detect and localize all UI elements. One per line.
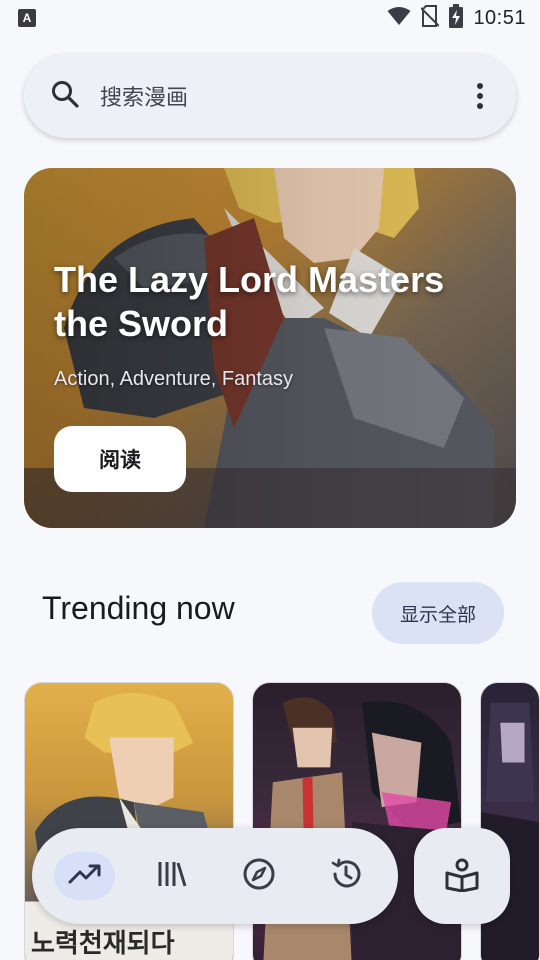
explore-icon — [242, 857, 276, 896]
section-title: Trending now — [42, 590, 235, 626]
bottom-navigation — [32, 828, 398, 924]
no-sim-icon — [420, 4, 441, 32]
read-button[interactable]: 阅读 — [54, 426, 186, 492]
manga-cover-text: 노력천재되다 — [31, 928, 175, 958]
featured-genres: Action, Adventure, Fantasy — [54, 368, 294, 390]
library-icon — [157, 860, 187, 893]
status-bar: A 10:51 — [0, 0, 540, 36]
show-all-button[interactable]: 显示全部 — [372, 582, 504, 644]
featured-title: The Lazy Lord Masters the Sword — [54, 259, 445, 344]
history-icon — [329, 857, 363, 896]
reader-icon — [444, 856, 480, 897]
battery-charging-icon — [449, 3, 464, 33]
nav-explore[interactable] — [228, 852, 289, 900]
reader-fab[interactable] — [414, 828, 510, 924]
search-bar[interactable]: 搜索漫画 — [24, 54, 516, 138]
nav-history[interactable] — [315, 852, 376, 900]
featured-banner[interactable]: The Lazy Lord Masters the Sword Action, … — [24, 168, 516, 528]
nav-library[interactable] — [141, 852, 202, 900]
trending-icon — [68, 863, 102, 890]
app-notification-icon: A — [18, 9, 36, 27]
nav-trending[interactable] — [54, 852, 115, 900]
search-input[interactable]: 搜索漫画 — [100, 80, 468, 112]
wifi-icon — [387, 6, 411, 31]
more-vert-icon[interactable] — [468, 76, 492, 116]
search-icon[interactable] — [50, 79, 80, 114]
status-time: 10:51 — [473, 6, 526, 29]
